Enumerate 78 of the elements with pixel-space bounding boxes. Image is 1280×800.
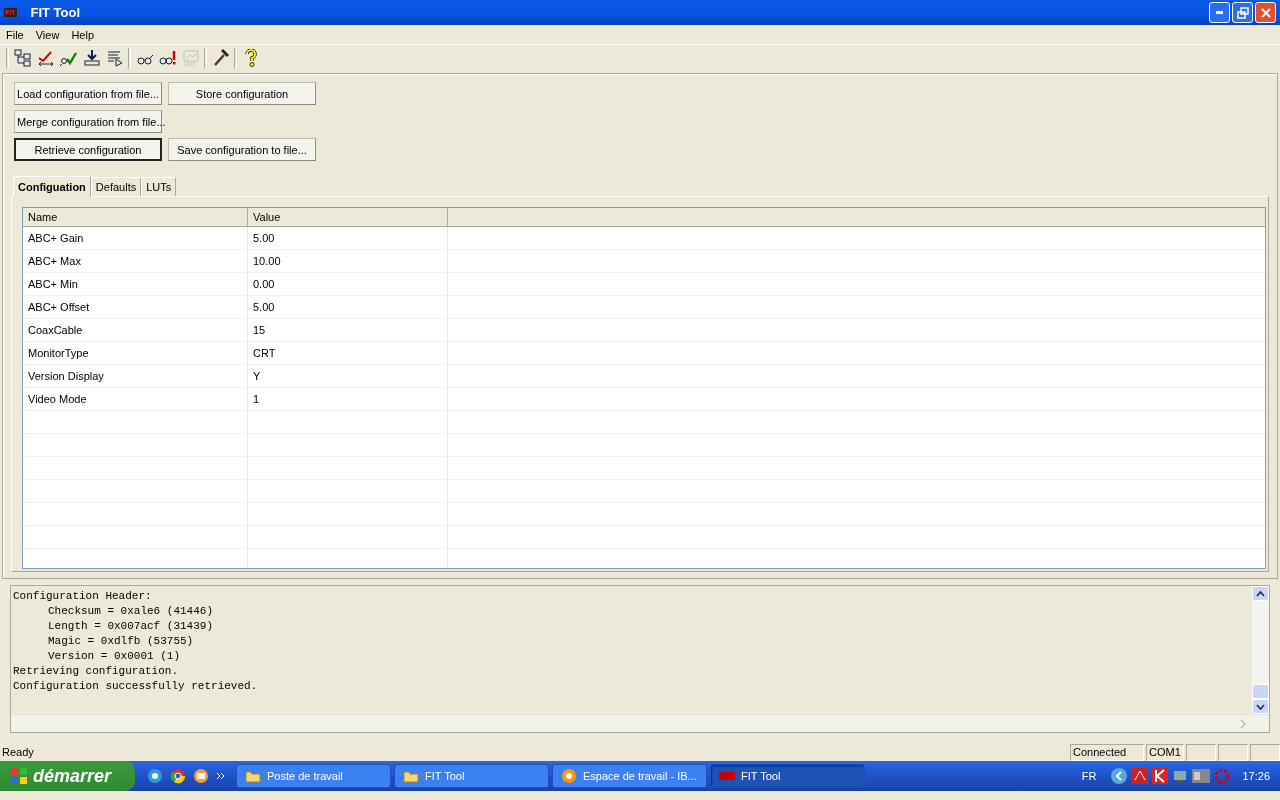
crosscheck-icon [36, 49, 55, 67]
log-line: Configuration Header: [13, 589, 153, 604]
minimize-button[interactable] [1209, 2, 1230, 23]
menu-item[interactable]: View [29, 28, 66, 41]
windows-logo-icon [10, 767, 28, 785]
scrollbar-thumb[interactable] [1252, 684, 1269, 699]
network-icon[interactable] [1172, 768, 1189, 784]
log-line: Magic = 0xdlfb (53755) [47, 634, 195, 649]
tab[interactable]: LUTs [141, 177, 177, 196]
table-cell: 1 [248, 388, 448, 410]
pdf-icon[interactable] [1132, 768, 1149, 784]
log-line: Retrieving configuration. [13, 664, 180, 679]
chart-icon [181, 49, 200, 67]
menu-item[interactable]: Help [65, 28, 100, 41]
app-icon [561, 768, 577, 784]
browser-icon[interactable] [170, 768, 186, 784]
hammer-icon [211, 49, 230, 67]
table-cell: Video Mode [23, 388, 248, 410]
table-cell: ABC+ Offset [23, 296, 248, 318]
table-cell: MonitorType [23, 342, 248, 364]
table-cell: 5.00 [248, 227, 448, 249]
close-button[interactable] [1255, 2, 1276, 23]
action-button[interactable]: Save configuration to file... [168, 138, 316, 161]
status-pane [1186, 743, 1216, 761]
action-button[interactable]: Load configuration from file... [14, 82, 162, 105]
taskbar-button[interactable]: FIT Tool [710, 764, 865, 788]
table-cell: Y [248, 365, 448, 387]
restore-icon [1236, 6, 1249, 19]
clock: 17:26 [1242, 770, 1270, 782]
browser-icon[interactable] [147, 768, 163, 784]
taskbar-button[interactable]: Poste de travail [236, 764, 391, 788]
menu-item[interactable]: File [0, 28, 30, 41]
log-line: Configuration successfully retrieved. [13, 679, 259, 694]
restore-button[interactable] [1232, 2, 1253, 23]
log-line: Checksum = 0xale6 (41446) [47, 604, 215, 619]
table-cell: CRT [248, 342, 448, 364]
table-cell: ABC+ Max [23, 250, 248, 272]
tab[interactable]: Defaults [90, 177, 142, 196]
download-icon [82, 49, 101, 67]
glassalert-icon [158, 49, 177, 67]
table-cell: ABC+ Gain [23, 227, 248, 249]
status-pane [1250, 743, 1280, 761]
table-cell: Version Display [23, 365, 248, 387]
tab[interactable]: Configuation [13, 176, 91, 197]
chevron-icon[interactable] [216, 771, 226, 781]
tree-tool-button[interactable] [11, 47, 34, 69]
taskbar-button[interactable]: FIT Tool [394, 764, 549, 788]
table-cell: 15 [248, 319, 448, 341]
table-cell: 5.00 [248, 296, 448, 318]
start-button[interactable]: démarrer [0, 761, 135, 791]
status-pane: Connected [1070, 743, 1144, 761]
mail-icon[interactable] [193, 768, 209, 784]
table-cell: 10.00 [248, 250, 448, 272]
folder-icon [403, 769, 419, 783]
list-icon [105, 49, 124, 67]
table-cell: ABC+ Min [23, 273, 248, 295]
vertical-scrollbar[interactable] [1252, 586, 1269, 714]
log-line: Length = 0x007acf (31439) [47, 619, 215, 634]
action-button[interactable]: Retrieve configuration [14, 138, 162, 161]
table-cell: CoaxCable [23, 319, 248, 341]
log-line: Version = 0x0001 (1) [47, 649, 182, 664]
table-cell: 0.00 [248, 273, 448, 295]
column-header[interactable]: Value [248, 208, 448, 226]
status-pane: COM1 [1146, 743, 1184, 761]
taskbar-button[interactable]: Espace de travail - IB... [552, 764, 707, 788]
close-icon [1259, 6, 1272, 19]
app-icon [719, 771, 735, 781]
column-header[interactable]: Name [23, 208, 248, 226]
horizontal-scrollbar[interactable] [11, 714, 1269, 732]
window-title: FIT Tool [30, 5, 82, 20]
status-message: Ready [1, 746, 35, 758]
tree-icon [13, 49, 32, 67]
action-button[interactable]: Store configuration [168, 82, 316, 105]
language-indicator[interactable]: FR [1081, 770, 1097, 782]
folder-icon [245, 769, 261, 783]
k-icon[interactable] [1152, 768, 1169, 784]
minimize-icon [1216, 11, 1223, 14]
status-pane [1218, 743, 1248, 761]
